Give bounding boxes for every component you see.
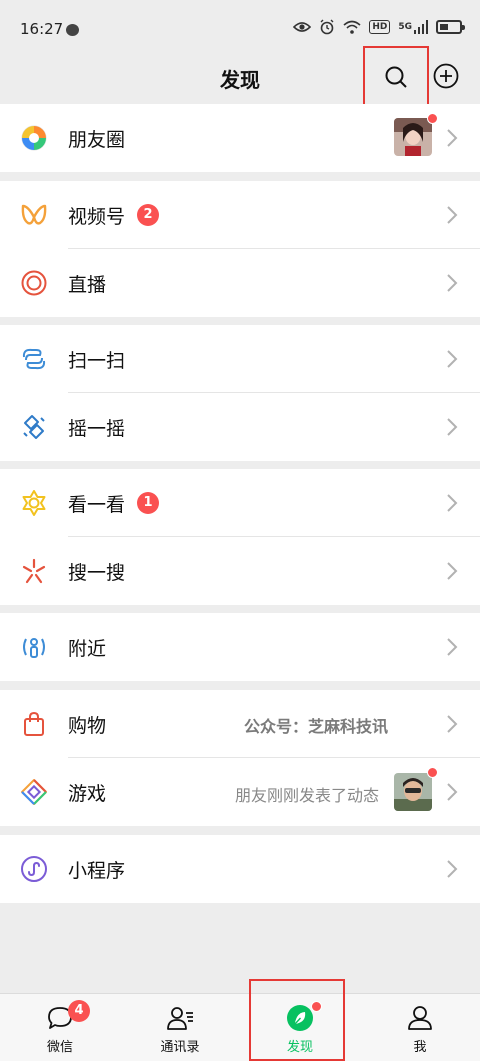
- chevron-right-icon: [447, 494, 458, 512]
- chevron-right-icon: [447, 715, 458, 733]
- tab-label: 微信: [46, 1040, 73, 1055]
- tab-chats[interactable]: 4 微信: [0, 994, 120, 1061]
- shake-icon: [23, 415, 45, 439]
- item-label: 游戏: [68, 782, 107, 805]
- bottom-tab-bar: 4 微信 通讯录 发现 我: [0, 993, 480, 1061]
- section-scan-shake: 扫一扫 摇一摇: [0, 325, 480, 461]
- list-item-games[interactable]: 游戏 朋友刚刚发表了动态: [0, 758, 480, 826]
- list-item-top-stories[interactable]: 看一看 1: [0, 469, 480, 537]
- status-icons: HD 5G: [293, 19, 465, 35]
- list-item-live[interactable]: 直播: [0, 249, 480, 317]
- chats-unread-badge: 4: [68, 1000, 90, 1022]
- list-item-moments[interactable]: 朋友圈: [0, 104, 480, 172]
- chevron-right-icon: [447, 638, 458, 656]
- discover-tab-highlight: [249, 979, 345, 1061]
- contacts-icon: [167, 1007, 193, 1030]
- item-label: 小程序: [68, 859, 126, 882]
- item-label: 附近: [68, 637, 107, 660]
- tab-contacts[interactable]: 通讯录: [120, 994, 240, 1061]
- moments-thumbnail: [394, 118, 432, 156]
- chevron-right-icon: [447, 860, 458, 878]
- tab-me[interactable]: 我: [360, 994, 480, 1061]
- message-notification-icon: [66, 24, 79, 36]
- top-stories-badge: 1: [137, 492, 159, 514]
- item-label: 购物: [68, 714, 107, 737]
- eye-icon: [293, 22, 312, 32]
- list-item-search[interactable]: 搜一搜: [0, 537, 480, 605]
- moments-new-dot: [427, 113, 438, 124]
- search-feature-icon: [22, 558, 46, 584]
- scan-icon: [22, 348, 46, 370]
- chevron-right-icon: [447, 562, 458, 580]
- chevron-right-icon: [447, 206, 458, 224]
- list-item-mini-programs[interactable]: 小程序: [0, 835, 480, 903]
- games-new-dot: [427, 767, 438, 778]
- hd-badge: HD: [369, 20, 391, 34]
- item-label: 扫一扫: [68, 349, 126, 372]
- shopping-bag-icon: [24, 711, 44, 736]
- mini-program-icon: [21, 856, 47, 882]
- battery-icon: [436, 20, 465, 34]
- moments-aperture-icon: [21, 125, 47, 151]
- chevron-right-icon: [447, 783, 458, 801]
- top-stories-icon: [22, 490, 46, 516]
- section-nearby: 附近: [0, 613, 480, 681]
- games-icon: [21, 779, 47, 805]
- nearby-icon: [23, 638, 45, 658]
- tab-label: 我: [413, 1040, 427, 1055]
- chevron-right-icon: [447, 418, 458, 436]
- network-type: 5G: [398, 22, 412, 32]
- live-icon: [21, 270, 47, 296]
- section-moments: 朋友圈: [0, 104, 480, 172]
- add-button[interactable]: [433, 63, 459, 89]
- status-time: 16:27: [20, 20, 64, 38]
- item-label: 直播: [68, 273, 107, 296]
- signal-icon: [414, 20, 428, 34]
- games-thumbnail: [394, 773, 432, 811]
- channels-badge: 2: [137, 204, 159, 226]
- chevron-right-icon: [447, 350, 458, 368]
- list-item-nearby[interactable]: 附近: [0, 613, 480, 681]
- section-top-search: 看一看 1 搜一搜: [0, 469, 480, 605]
- section-mini-programs: 小程序: [0, 835, 480, 903]
- list-item-scan[interactable]: 扫一扫: [0, 325, 480, 393]
- alarm-icon: [320, 19, 334, 35]
- item-label: 看一看: [68, 493, 126, 516]
- section-channels: 视频号 2 直播: [0, 181, 480, 317]
- tab-label: 通讯录: [160, 1040, 200, 1055]
- chevron-right-icon: [447, 274, 458, 292]
- chevron-right-icon: [447, 129, 458, 147]
- item-label: 搜一搜: [68, 561, 126, 584]
- section-shop-games: 购物 公众号：芝麻科技讯 游戏 朋友刚刚发表了动态: [0, 690, 480, 826]
- item-label: 视频号: [68, 205, 126, 228]
- person-icon: [408, 1006, 432, 1030]
- item-label: 朋友圈: [68, 128, 126, 151]
- nav-bar: 发现: [0, 46, 480, 107]
- search-icon: [385, 66, 407, 88]
- list-item-shopping[interactable]: 购物 公众号：芝麻科技讯: [0, 690, 480, 758]
- shopping-subtext: 公众号：芝麻科技讯: [244, 717, 389, 736]
- search-button[interactable]: [363, 46, 429, 107]
- list-item-channels[interactable]: 视频号 2: [0, 181, 480, 249]
- games-subtext: 朋友刚刚发表了动态: [235, 786, 380, 805]
- wifi-icon: [343, 20, 361, 34]
- channels-icon: [21, 204, 47, 225]
- list-item-shake[interactable]: 摇一摇: [0, 393, 480, 461]
- item-label: 摇一摇: [68, 417, 126, 440]
